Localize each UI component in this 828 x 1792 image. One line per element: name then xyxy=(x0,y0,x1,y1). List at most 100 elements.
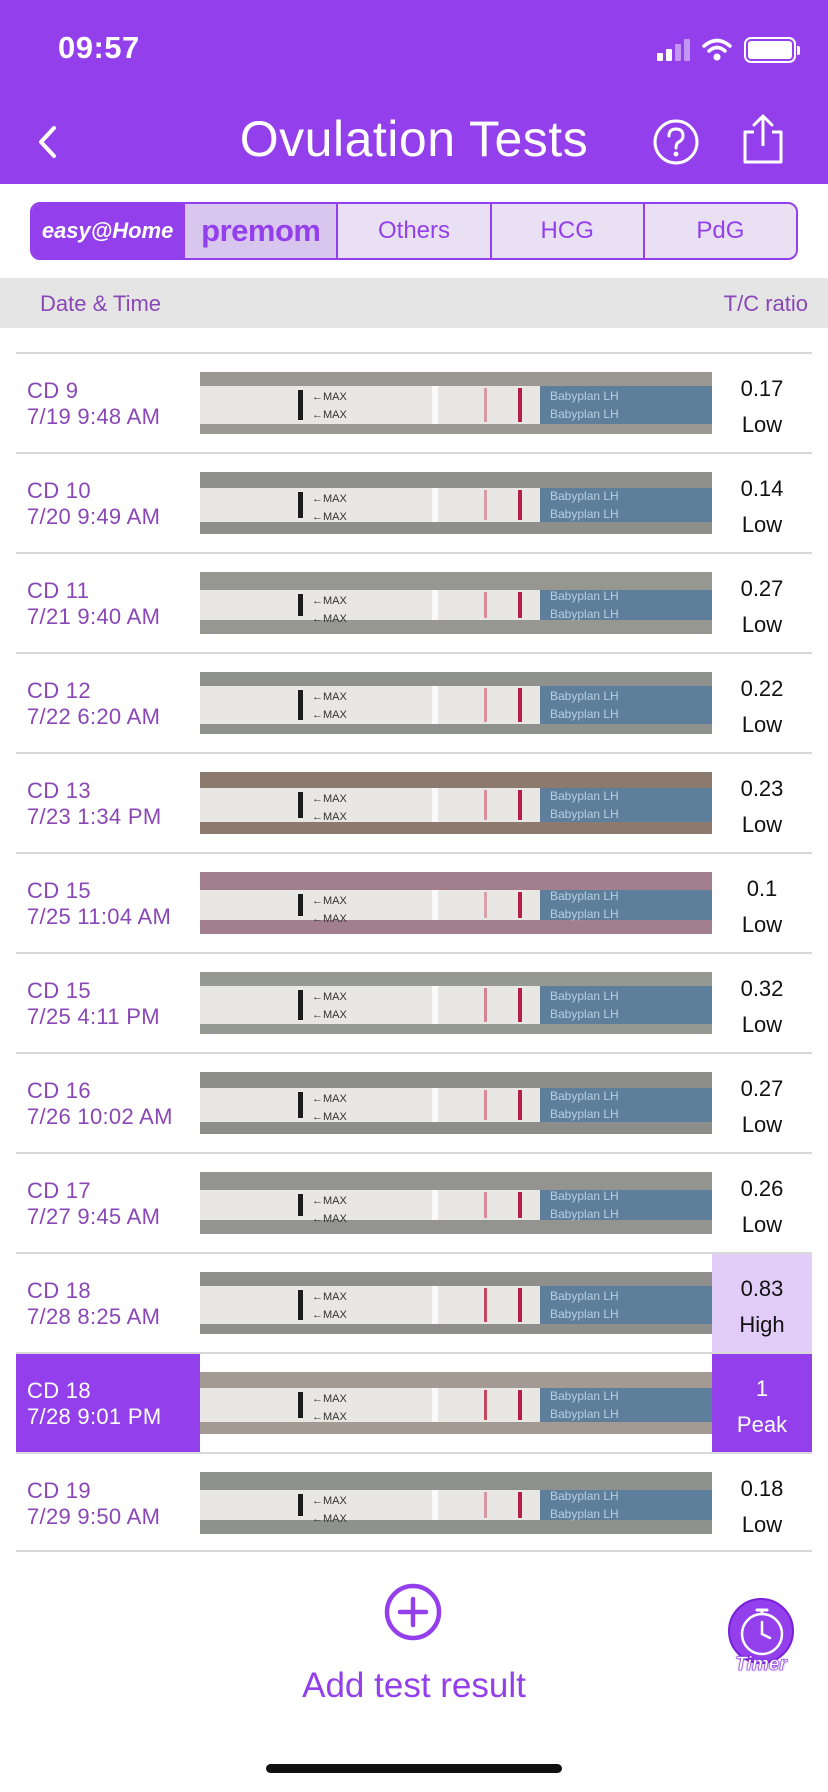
svg-text:←MAX: ←MAX xyxy=(312,409,348,421)
svg-text:←MAX: ←MAX xyxy=(312,613,348,625)
add-test-result-button[interactable]: Add test result xyxy=(0,1666,828,1706)
svg-text:Babyplan LH: Babyplan LH xyxy=(550,1407,619,1421)
test-datetime: 7/27 9:45 AM xyxy=(27,1204,161,1229)
test-datetime: 7/23 1:34 PM xyxy=(27,804,162,829)
tc-ratio-cell: 0.27 Low xyxy=(712,554,812,652)
svg-text:←MAX: ←MAX xyxy=(312,1411,348,1423)
tc-ratio-value: 0.83 xyxy=(740,1276,784,1301)
brand-tab-bar: easy@Home premom Others HCG PdG xyxy=(30,202,798,260)
share-icon[interactable] xyxy=(740,112,786,166)
timer-label: Timer xyxy=(735,1654,787,1676)
test-row[interactable]: CD 17 7/27 9:45 AM Babyplan LH Babyplan LH ←… xyxy=(16,1152,812,1252)
tab-hcg[interactable]: HCG xyxy=(492,204,645,258)
cycle-day: CD 13 xyxy=(27,778,91,803)
test-date-cell: CD 18 7/28 9:01 PM xyxy=(16,1354,200,1452)
tc-ratio-value: 0.27 xyxy=(740,576,784,601)
svg-text:←MAX: ←MAX xyxy=(312,691,348,703)
tc-ratio-value: 0.32 xyxy=(740,976,784,1001)
svg-text:Babyplan LH: Babyplan LH xyxy=(550,1189,619,1203)
test-datetime: 7/19 9:48 AM xyxy=(27,404,161,429)
test-datetime: 7/21 9:40 AM xyxy=(27,604,161,629)
test-row[interactable]: CD 12 7/22 6:20 AM Babyplan LH Babyplan LH ←… xyxy=(16,652,812,752)
test-date-cell: CD 17 7/27 9:45 AM xyxy=(16,1154,200,1252)
tab-pdg[interactable]: PdG xyxy=(645,204,796,258)
test-strip-photo[interactable]: Babyplan LH Babyplan LH ←MAX ←MAX xyxy=(200,1272,712,1334)
cycle-day: CD 17 xyxy=(27,1178,91,1203)
app-header: 09:57 Ovulation Tests xyxy=(0,0,828,184)
tc-ratio-cell: 0.27 Low xyxy=(712,1054,812,1152)
tc-ratio-value: 0.22 xyxy=(740,676,784,701)
svg-text:←MAX: ←MAX xyxy=(312,1291,348,1303)
test-strip-photo[interactable]: Babyplan LH Babyplan LH ←MAX ←MAX xyxy=(200,672,712,734)
test-row[interactable]: CD 18 7/28 8:25 AM Babyplan LH Babyplan LH ←… xyxy=(16,1252,812,1352)
tc-ratio-cell: 0.23 Low xyxy=(712,754,812,852)
svg-text:Babyplan LH: Babyplan LH xyxy=(550,1107,619,1121)
lh-level-label: Low xyxy=(741,912,783,937)
test-datetime: 7/26 10:02 AM xyxy=(27,1104,173,1129)
tc-ratio-cell: 0.1 Low xyxy=(712,854,812,952)
svg-text:Babyplan LH: Babyplan LH xyxy=(550,507,619,521)
test-strip-photo[interactable]: Babyplan LH Babyplan LH ←MAX ←MAX xyxy=(200,1172,712,1234)
svg-text:←MAX: ←MAX xyxy=(312,1111,348,1123)
lh-level-label: Peak xyxy=(736,1412,788,1437)
test-strip-photo[interactable]: Babyplan LH Babyplan LH ←MAX ←MAX xyxy=(200,972,712,1034)
svg-text:Babyplan LH: Babyplan LH xyxy=(550,1307,619,1321)
test-date-cell: CD 10 7/20 9:49 AM xyxy=(16,454,200,552)
test-date-cell: CD 11 7/21 9:40 AM xyxy=(16,554,200,652)
tab-others[interactable]: Others xyxy=(338,204,492,258)
column-header: Date & Time T/C ratio xyxy=(0,278,828,328)
test-row[interactable]: CD 13 7/23 1:34 PM Babyplan LH Babyplan LH ←… xyxy=(16,752,812,852)
test-row[interactable]: CD 10 7/20 9:49 AM Babyplan LH Babyplan LH ←… xyxy=(16,452,812,552)
tc-ratio-cell: 0.26 Low xyxy=(712,1154,812,1252)
test-strip-photo[interactable]: Babyplan LH Babyplan LH ←MAX ←MAX xyxy=(200,372,712,434)
test-date-cell: CD 13 7/23 1:34 PM xyxy=(16,754,200,852)
cycle-day: CD 19 xyxy=(27,1478,91,1503)
tc-ratio-value: 1 xyxy=(755,1376,769,1401)
tc-ratio-cell: 0.14 Low xyxy=(712,454,812,552)
tc-ratio-value: 0.27 xyxy=(740,1076,784,1101)
tc-ratio-value: 0.1 xyxy=(746,876,778,901)
cycle-day: CD 15 xyxy=(27,878,91,903)
test-strip-photo[interactable]: Babyplan LH Babyplan LH ←MAX ←MAX xyxy=(200,1472,712,1534)
lh-level-label: Low xyxy=(741,1512,783,1537)
test-result-list: CD 9 7/19 9:48 AM Babyplan LH Babyplan LH ←M… xyxy=(16,352,812,1552)
lh-level-label: Low xyxy=(741,412,783,437)
test-strip-photo[interactable]: Babyplan LH Babyplan LH ←MAX ←MAX xyxy=(200,472,712,534)
test-strip-photo[interactable]: Babyplan LH Babyplan LH ←MAX ←MAX xyxy=(200,1372,712,1434)
test-date-cell: CD 16 7/26 10:02 AM xyxy=(16,1054,200,1152)
svg-text:←MAX: ←MAX xyxy=(312,793,348,805)
test-row[interactable]: CD 16 7/26 10:02 AM Babyplan LH Babyplan LH… xyxy=(16,1052,812,1152)
test-strip-photo[interactable]: Babyplan LH Babyplan LH ←MAX ←MAX xyxy=(200,772,712,834)
cycle-day: CD 16 xyxy=(27,1078,91,1103)
svg-text:←MAX: ←MAX xyxy=(312,1309,348,1321)
svg-text:←MAX: ←MAX xyxy=(312,595,348,607)
svg-text:←MAX: ←MAX xyxy=(312,991,348,1003)
svg-text:Babyplan LH: Babyplan LH xyxy=(550,1207,619,1221)
tc-ratio-cell: 0.32 Low xyxy=(712,954,812,1052)
help-icon[interactable] xyxy=(652,118,700,166)
test-row[interactable]: CD 18 7/28 9:01 PM Babyplan LH Babyplan LH ←… xyxy=(16,1352,812,1452)
svg-text:←MAX: ←MAX xyxy=(312,1093,348,1105)
test-date-cell: CD 15 7/25 11:04 AM xyxy=(16,854,200,952)
cycle-day: CD 9 xyxy=(27,378,79,403)
timer-button[interactable]: Timer xyxy=(724,1598,798,1678)
test-row[interactable]: CD 9 7/19 9:48 AM Babyplan LH Babyplan LH ←M… xyxy=(16,352,812,452)
test-strip-photo[interactable]: Babyplan LH Babyplan LH ←MAX ←MAX xyxy=(200,872,712,934)
cycle-day: CD 11 xyxy=(27,578,90,603)
test-strip-photo[interactable]: Babyplan LH Babyplan LH ←MAX ←MAX xyxy=(200,572,712,634)
test-row[interactable]: CD 19 7/29 9:50 AM Babyplan LH Babyplan LH ←… xyxy=(16,1452,812,1552)
test-row[interactable]: CD 15 7/25 11:04 AM Babyplan LH Babyplan LH… xyxy=(16,852,812,952)
test-strip-photo[interactable]: Babyplan LH Babyplan LH ←MAX ←MAX xyxy=(200,1072,712,1134)
svg-text:Babyplan LH: Babyplan LH xyxy=(550,789,619,803)
test-row[interactable]: CD 11 7/21 9:40 AM Babyplan LH Babyplan LH ←… xyxy=(16,552,812,652)
tab-premom[interactable]: premom xyxy=(185,204,339,258)
test-datetime: 7/25 11:04 AM xyxy=(27,904,172,929)
battery-icon xyxy=(744,37,800,63)
test-datetime: 7/28 8:25 AM xyxy=(27,1304,161,1329)
add-circle-icon[interactable] xyxy=(383,1582,443,1642)
tab-easy-at-home[interactable]: easy@Home xyxy=(32,204,186,258)
test-date-cell: CD 19 7/29 9:50 AM xyxy=(16,1454,200,1552)
test-row[interactable]: CD 15 7/25 4:11 PM Babyplan LH Babyplan LH ←… xyxy=(16,952,812,1052)
lh-level-label: Low xyxy=(741,812,783,837)
column-date-time: Date & Time xyxy=(40,291,162,316)
